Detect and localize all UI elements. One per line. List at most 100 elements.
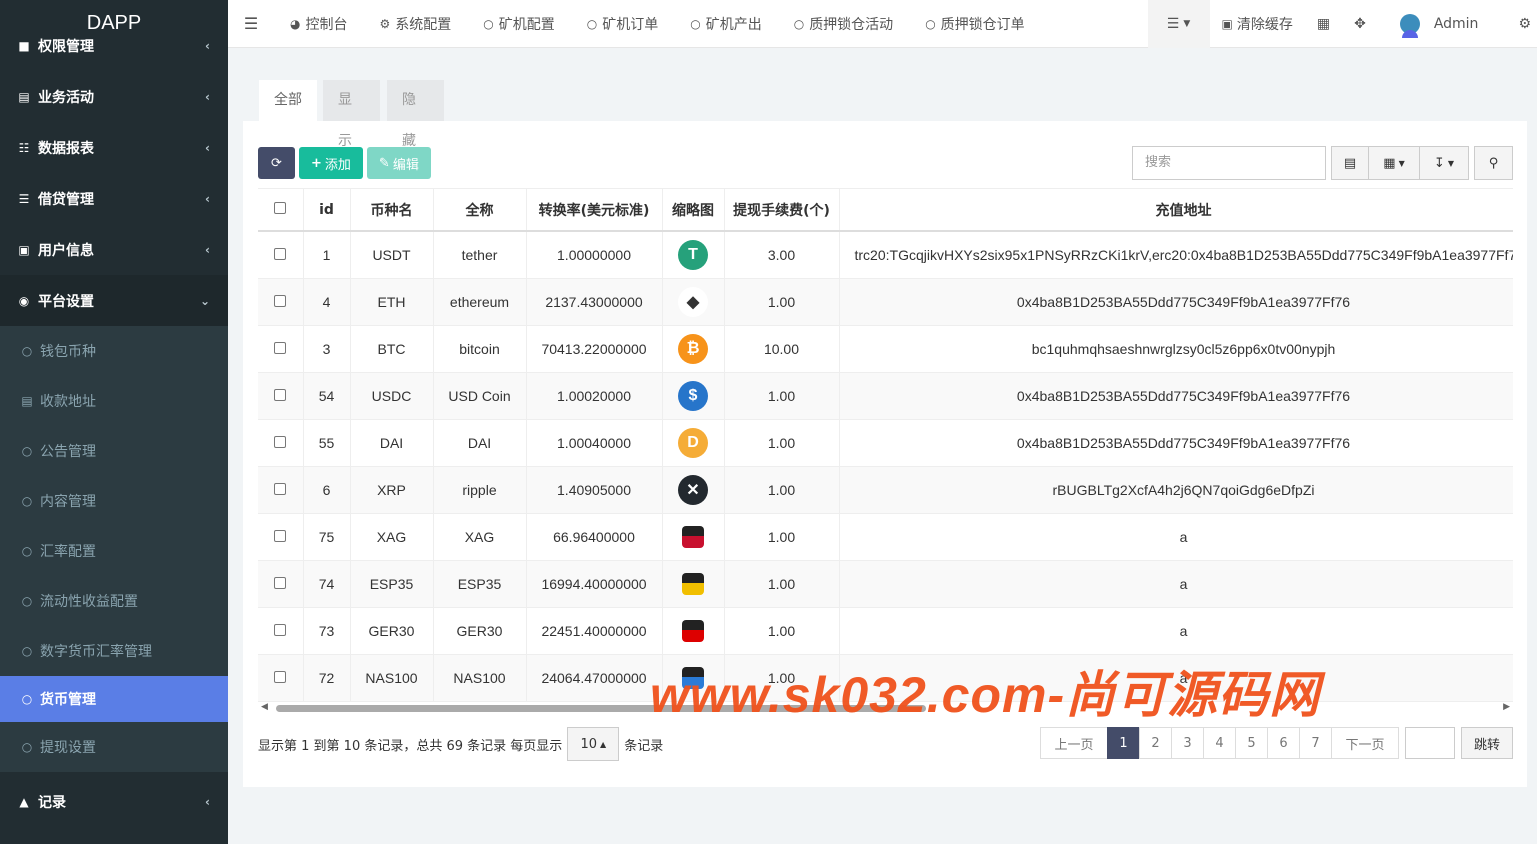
cell-rate: 22451.40000000 (526, 607, 663, 655)
col-fee[interactable]: 提现手续费(个) (724, 189, 840, 232)
table-row[interactable]: 1 USDT tether 1.00000000 T 3.00 trc20:TGcqjikv… (258, 231, 1513, 279)
coin-thumbnail-icon (682, 619, 704, 642)
select-all-checkbox[interactable] (258, 189, 304, 232)
page-button[interactable]: 7 (1298, 727, 1332, 759)
user-menu[interactable]: Admin (1378, 0, 1491, 48)
add-button[interactable]: + 添加 (299, 147, 363, 179)
col-thumb[interactable]: 缩略图 (662, 189, 725, 232)
row-checkbox[interactable] (258, 654, 304, 702)
table-row[interactable]: 3 BTC bitcoin 70413.22000000 ₿ 10.00 bc1quhmqh… (258, 325, 1513, 373)
page-button[interactable]: 5 (1234, 727, 1268, 759)
menu-toggle-icon[interactable]: ☰ (228, 14, 274, 33)
tab-visible[interactable]: 显示 (323, 80, 380, 149)
sidebar-sub-wallet-coins[interactable]: ○ 钱包币种 (0, 326, 228, 376)
table-row[interactable]: 6 XRP ripple 1.40905000 ✕ 1.00 rBUGBLTg2XcfA4h… (258, 466, 1513, 514)
page-button[interactable]: 4 (1202, 727, 1236, 759)
list-icon: ▤ (1343, 155, 1357, 171)
nav-more-dropdown[interactable]: ☰ ▼ (1147, 0, 1210, 48)
col-rate[interactable]: 转换率(美元标准) (526, 189, 663, 232)
prev-page-button[interactable]: 上一页 (1039, 727, 1108, 759)
cell-name: GER30 (350, 607, 434, 655)
sidebar-item-label: 借贷管理 (38, 191, 94, 208)
nav-label: 控制台 (305, 16, 348, 33)
page-button[interactable]: 2 (1138, 727, 1172, 759)
table-row[interactable]: 4 ETH ethereum 2137.43000000 ◆ 1.00 0x4ba8B1D2… (258, 278, 1513, 326)
row-checkbox[interactable] (258, 372, 304, 420)
sidebar-sub-crypto-rate[interactable]: ○ 数字货币汇率管理 (0, 626, 228, 676)
table-row[interactable]: 74 ESP35 ESP35 16994.40000000 1.00 a (258, 560, 1513, 608)
row-checkbox[interactable] (258, 607, 304, 655)
dot-circle-icon: ◉ (18, 293, 30, 308)
sidebar-sub-withdraw[interactable]: ○ 提现设置 (0, 722, 228, 772)
nav-system-config[interactable]: ⚙ 系统配置 (363, 0, 467, 48)
table-row[interactable]: 75 XAG XAG 66.96400000 1.00 a (258, 513, 1513, 561)
sidebar-item-reports[interactable]: ☷ 数据报表 ‹ (0, 122, 228, 173)
tab-all[interactable]: 全部 (259, 80, 317, 121)
cell-thumb: ₿ (662, 325, 725, 373)
sidebar-sub-announcements[interactable]: ○ 公告管理 (0, 426, 228, 476)
sidebar-item-users[interactable]: ▣ 用户信息 ‹ (0, 224, 228, 275)
nav-dashboard[interactable]: ◕ 控制台 (274, 0, 363, 48)
sidebar-item-label: 业务活动 (38, 89, 94, 106)
table-header-row: id 币种名 全称 转换率(美元标准) 缩略图 提现手续费(个) 充值地址 (258, 189, 1513, 232)
row-checkbox[interactable] (258, 560, 304, 608)
sidebar-sub-content[interactable]: ○ 内容管理 (0, 476, 228, 526)
jump-page-input[interactable] (1404, 727, 1455, 759)
sidebar-item-records[interactable]: ▲ 记录 ‹ (0, 772, 228, 832)
row-checkbox[interactable] (258, 231, 304, 279)
search-input[interactable]: 搜索 (1132, 146, 1326, 180)
fullscreen-icon[interactable]: ✥ (1342, 0, 1378, 48)
row-checkbox[interactable] (258, 325, 304, 373)
col-id[interactable]: id (303, 189, 351, 232)
table-row[interactable]: 54 USDC USD Coin 1.00020000 $1.00 0x4ba8B1D25… (258, 372, 1513, 420)
col-fullname[interactable]: 全称 (433, 189, 527, 232)
tab-hidden[interactable]: 隐藏 (387, 80, 444, 149)
next-page-button[interactable]: 下一页 (1330, 727, 1399, 759)
list-icon: ☰ (1166, 16, 1180, 32)
sidebar-item-loans[interactable]: ☰ 借贷管理 ‹ (0, 173, 228, 224)
toggle-view-button[interactable]: ▤ (1331, 146, 1369, 180)
nav-miner-orders[interactable]: ○ 矿机订单 (571, 0, 674, 48)
clear-cache-button[interactable]: ▣ 清除缓存 (1210, 0, 1305, 48)
refresh-button[interactable]: ⟳ (258, 147, 295, 179)
sidebar-item-business[interactable]: ▤ 业务活动 ‹ (0, 71, 228, 122)
nav-miner-output[interactable]: ○ 矿机产出 (674, 0, 777, 48)
edit-button[interactable]: ✎ 编辑 (366, 147, 431, 179)
sidebar-sub-receive-address[interactable]: ▤ 收款地址 (0, 376, 228, 426)
coin-thumbnail-icon (682, 572, 704, 595)
search-button[interactable]: ⚲ (1474, 146, 1513, 180)
nav-label: 矿机订单 (602, 16, 659, 33)
page-size-select[interactable]: 10 ▲ (567, 727, 620, 761)
page-button[interactable]: 1 (1106, 727, 1140, 759)
row-checkbox[interactable] (258, 278, 304, 326)
page-button[interactable]: 3 (1170, 727, 1204, 759)
sidebar-item-platform[interactable]: ◉ 平台设置 ⌄ (0, 275, 228, 326)
nav-staking-orders[interactable]: ○ 质押锁仓订单 (909, 0, 1040, 48)
row-checkbox[interactable] (258, 419, 304, 467)
cell-id: 55 (303, 419, 351, 467)
coin-thumbnail-icon: T (678, 239, 708, 270)
nav-staking-activity[interactable]: ○ 质押锁仓活动 (778, 0, 909, 48)
row-checkbox[interactable] (258, 513, 304, 561)
sidebar-sub-liquidity[interactable]: ○ 流动性收益配置 (0, 576, 228, 626)
scroll-left-icon[interactable]: ◀ (261, 702, 268, 712)
col-address[interactable]: 充值地址 (839, 189, 1513, 232)
table-row[interactable]: 55 DAI DAI 1.00040000 D 1.00 0x4ba8B1D253BA55D… (258, 419, 1513, 467)
table-row[interactable]: 73 GER30 GER30 22451.40000000 1.00 a (258, 607, 1513, 655)
nav-miner-config[interactable]: ○ 矿机配置 (467, 0, 570, 48)
export-button[interactable]: ↧ ▼ (1419, 146, 1469, 180)
cell-rate: 1.00040000 (526, 419, 663, 467)
col-name[interactable]: 币种名 (350, 189, 434, 232)
row-checkbox[interactable] (258, 466, 304, 514)
page-button[interactable]: 6 (1266, 727, 1300, 759)
sidebar-item-permissions[interactable]: ■ 权限管理 ‹ (0, 36, 228, 56)
columns-button[interactable]: ▦ ▼ (1368, 146, 1420, 180)
language-icon[interactable]: ▦ (1305, 0, 1342, 48)
circle-icon: ○ (690, 16, 701, 31)
scroll-right-icon[interactable]: ▶ (1503, 702, 1510, 712)
top-navbar: ☰ ◕ 控制台 ⚙ 系统配置 ○ 矿机配置 ○ 矿机订单 ○ 矿机产出 ○ 质押锁仓活动 ○… (228, 0, 1537, 48)
sidebar-sub-exchange-rate[interactable]: ○ 汇率配置 (0, 526, 228, 576)
jump-button[interactable]: 跳转 (1460, 727, 1513, 759)
settings-icon[interactable]: ⚙ (1490, 0, 1537, 48)
sidebar-sub-currency[interactable]: ○ 货币管理 (0, 676, 228, 722)
